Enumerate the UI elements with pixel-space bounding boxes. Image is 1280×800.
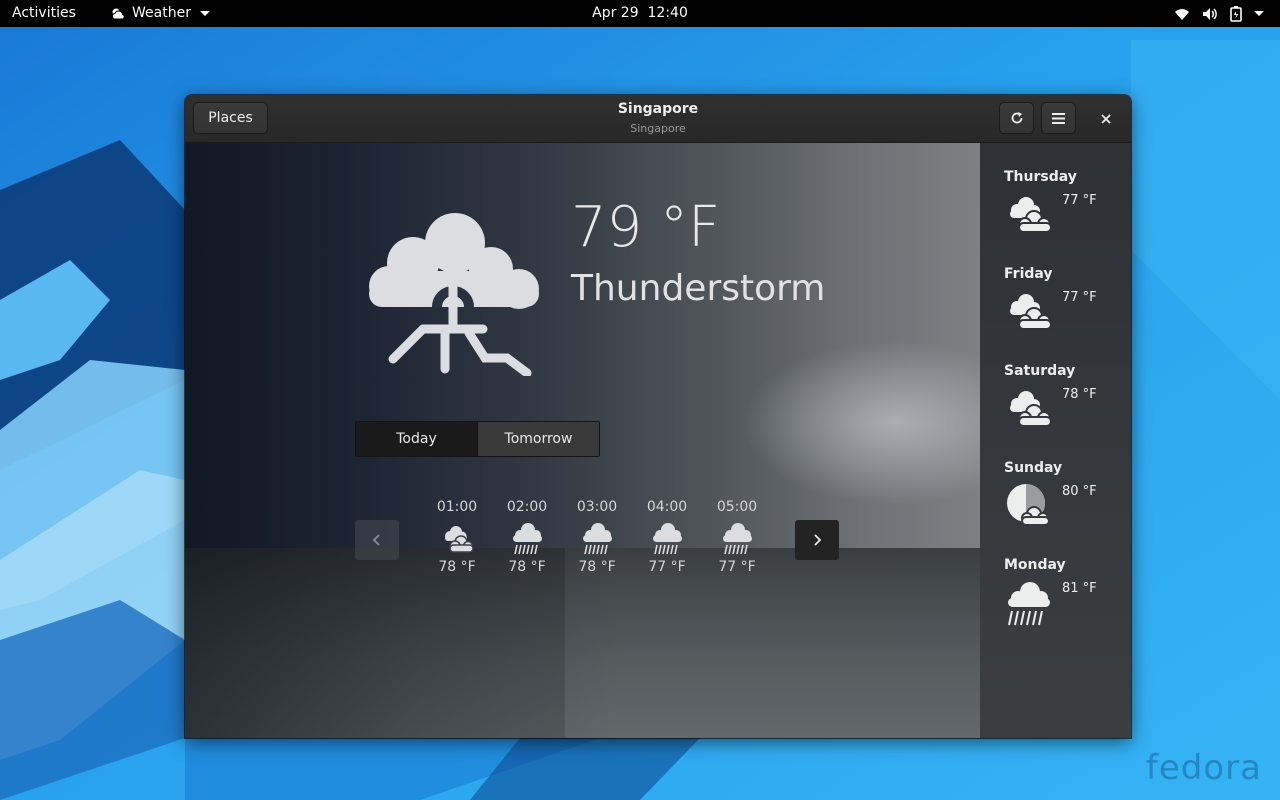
hourly-item: 01:00 78 °F: [422, 499, 492, 575]
hourly-time: 03:00: [576, 499, 618, 515]
hourly-time: 02:00: [506, 499, 548, 515]
hourly-item: 03:00 78 °F: [562, 499, 632, 575]
close-icon: [1101, 114, 1111, 124]
forecast-day: Monday 81 °F: [1004, 557, 1124, 647]
chevron-down-icon: [199, 11, 210, 16]
weather-app-icon: [111, 8, 125, 19]
thunderstorm-icon: [369, 213, 539, 376]
daily-forecast-sidebar: Thursday 77 °F Friday 77 °F Saturday 78 …: [980, 143, 1131, 738]
overcast-icon: [445, 526, 474, 553]
few-clouds-night-icon: [1007, 484, 1050, 526]
forecast-day-name: Saturday: [1004, 363, 1076, 379]
hourly-time: 05:00: [716, 499, 758, 515]
forecast-day-name: Sunday: [1004, 460, 1063, 476]
hourly-temperature: 77 °F: [648, 559, 686, 575]
forecast-day-name: Friday: [1004, 266, 1053, 282]
forecast-day: Friday 77 °F: [1004, 266, 1124, 356]
app-menu[interactable]: Weather: [110, 0, 210, 27]
current-condition: Thunderstorm: [571, 268, 826, 309]
app-menu-label: Weather: [132, 5, 191, 21]
hourly-next-button[interactable]: [795, 520, 839, 560]
current-temperature: 79 °F: [571, 195, 721, 260]
hourly-item: 05:00 77 °F: [702, 499, 772, 575]
wifi-icon: [1175, 8, 1189, 20]
rain-icon: [723, 523, 752, 555]
hamburger-menu-icon: [1052, 112, 1065, 124]
rain-icon: [653, 523, 682, 555]
header-bar: Places Singapore Singapore: [185, 95, 1131, 143]
hourly-time: 04:00: [646, 499, 688, 515]
forecast-day-name: Thursday: [1004, 169, 1077, 185]
hourly-previous-button[interactable]: [355, 520, 399, 560]
refresh-button[interactable]: [999, 102, 1034, 134]
overcast-icon: [1010, 391, 1052, 427]
fedora-watermark: fedora: [1145, 748, 1262, 788]
hourly-temperature: 78 °F: [508, 559, 546, 575]
clock[interactable]: Apr 29 12:40: [592, 5, 688, 21]
chevron-right-icon: [814, 534, 822, 546]
overcast-icon: [1010, 294, 1052, 330]
refresh-icon: [1011, 112, 1022, 124]
hourly-time: 01:00: [436, 499, 478, 515]
hourly-temperature: 78 °F: [438, 559, 476, 575]
forecast-temperature: 81 °F: [1062, 581, 1097, 596]
forecast-temperature: 78 °F: [1062, 387, 1097, 402]
hourly-forecast: 01:00 78 °F 02:00 78 °F 03:00 78 °F 04:0…: [422, 499, 772, 575]
volume-icon: [1203, 7, 1217, 20]
overcast-icon: [1010, 197, 1052, 233]
menu-button[interactable]: [1041, 102, 1076, 134]
rain-icon: [513, 523, 542, 555]
forecast-temperature: 80 °F: [1062, 484, 1097, 499]
rain-icon: [583, 523, 612, 555]
forecast-day: Sunday 80 °F: [1004, 460, 1124, 550]
forecast-temperature: 77 °F: [1062, 290, 1097, 305]
tab-tomorrow[interactable]: Tomorrow: [477, 422, 599, 456]
tab-today[interactable]: Today: [356, 422, 477, 456]
system-menu-chevron-down-icon: [1254, 11, 1264, 16]
forecast-day: Thursday 77 °F: [1004, 169, 1124, 259]
close-button[interactable]: [1094, 107, 1118, 131]
forecast-temperature: 77 °F: [1062, 193, 1097, 208]
battery-icon: [1230, 5, 1242, 22]
hourly-temperature: 78 °F: [578, 559, 616, 575]
hourly-temperature: 77 °F: [718, 559, 756, 575]
current-weather-panel: 79 °F Thunderstorm Today Tomorrow 01:00: [185, 143, 980, 738]
forecast-day-name: Monday: [1004, 557, 1066, 573]
system-tray[interactable]: [1174, 0, 1264, 27]
hourly-item: 04:00 77 °F: [632, 499, 702, 575]
chevron-left-icon: [372, 534, 380, 546]
weather-window: Places Singapore Singapore 79 °F Thunder…: [185, 95, 1131, 738]
day-switcher: Today Tomorrow: [355, 421, 600, 457]
hourly-item: 02:00 78 °F: [492, 499, 562, 575]
window-subtitle: Singapore: [630, 122, 686, 135]
activities-button[interactable]: Activities: [12, 0, 76, 27]
rain-icon: [1008, 582, 1050, 626]
forecast-day: Saturday 78 °F: [1004, 363, 1124, 453]
places-button[interactable]: Places: [193, 102, 268, 134]
top-bar: Activities Weather Apr 29 12:40: [0, 0, 1280, 27]
window-title: Singapore: [617, 101, 699, 117]
